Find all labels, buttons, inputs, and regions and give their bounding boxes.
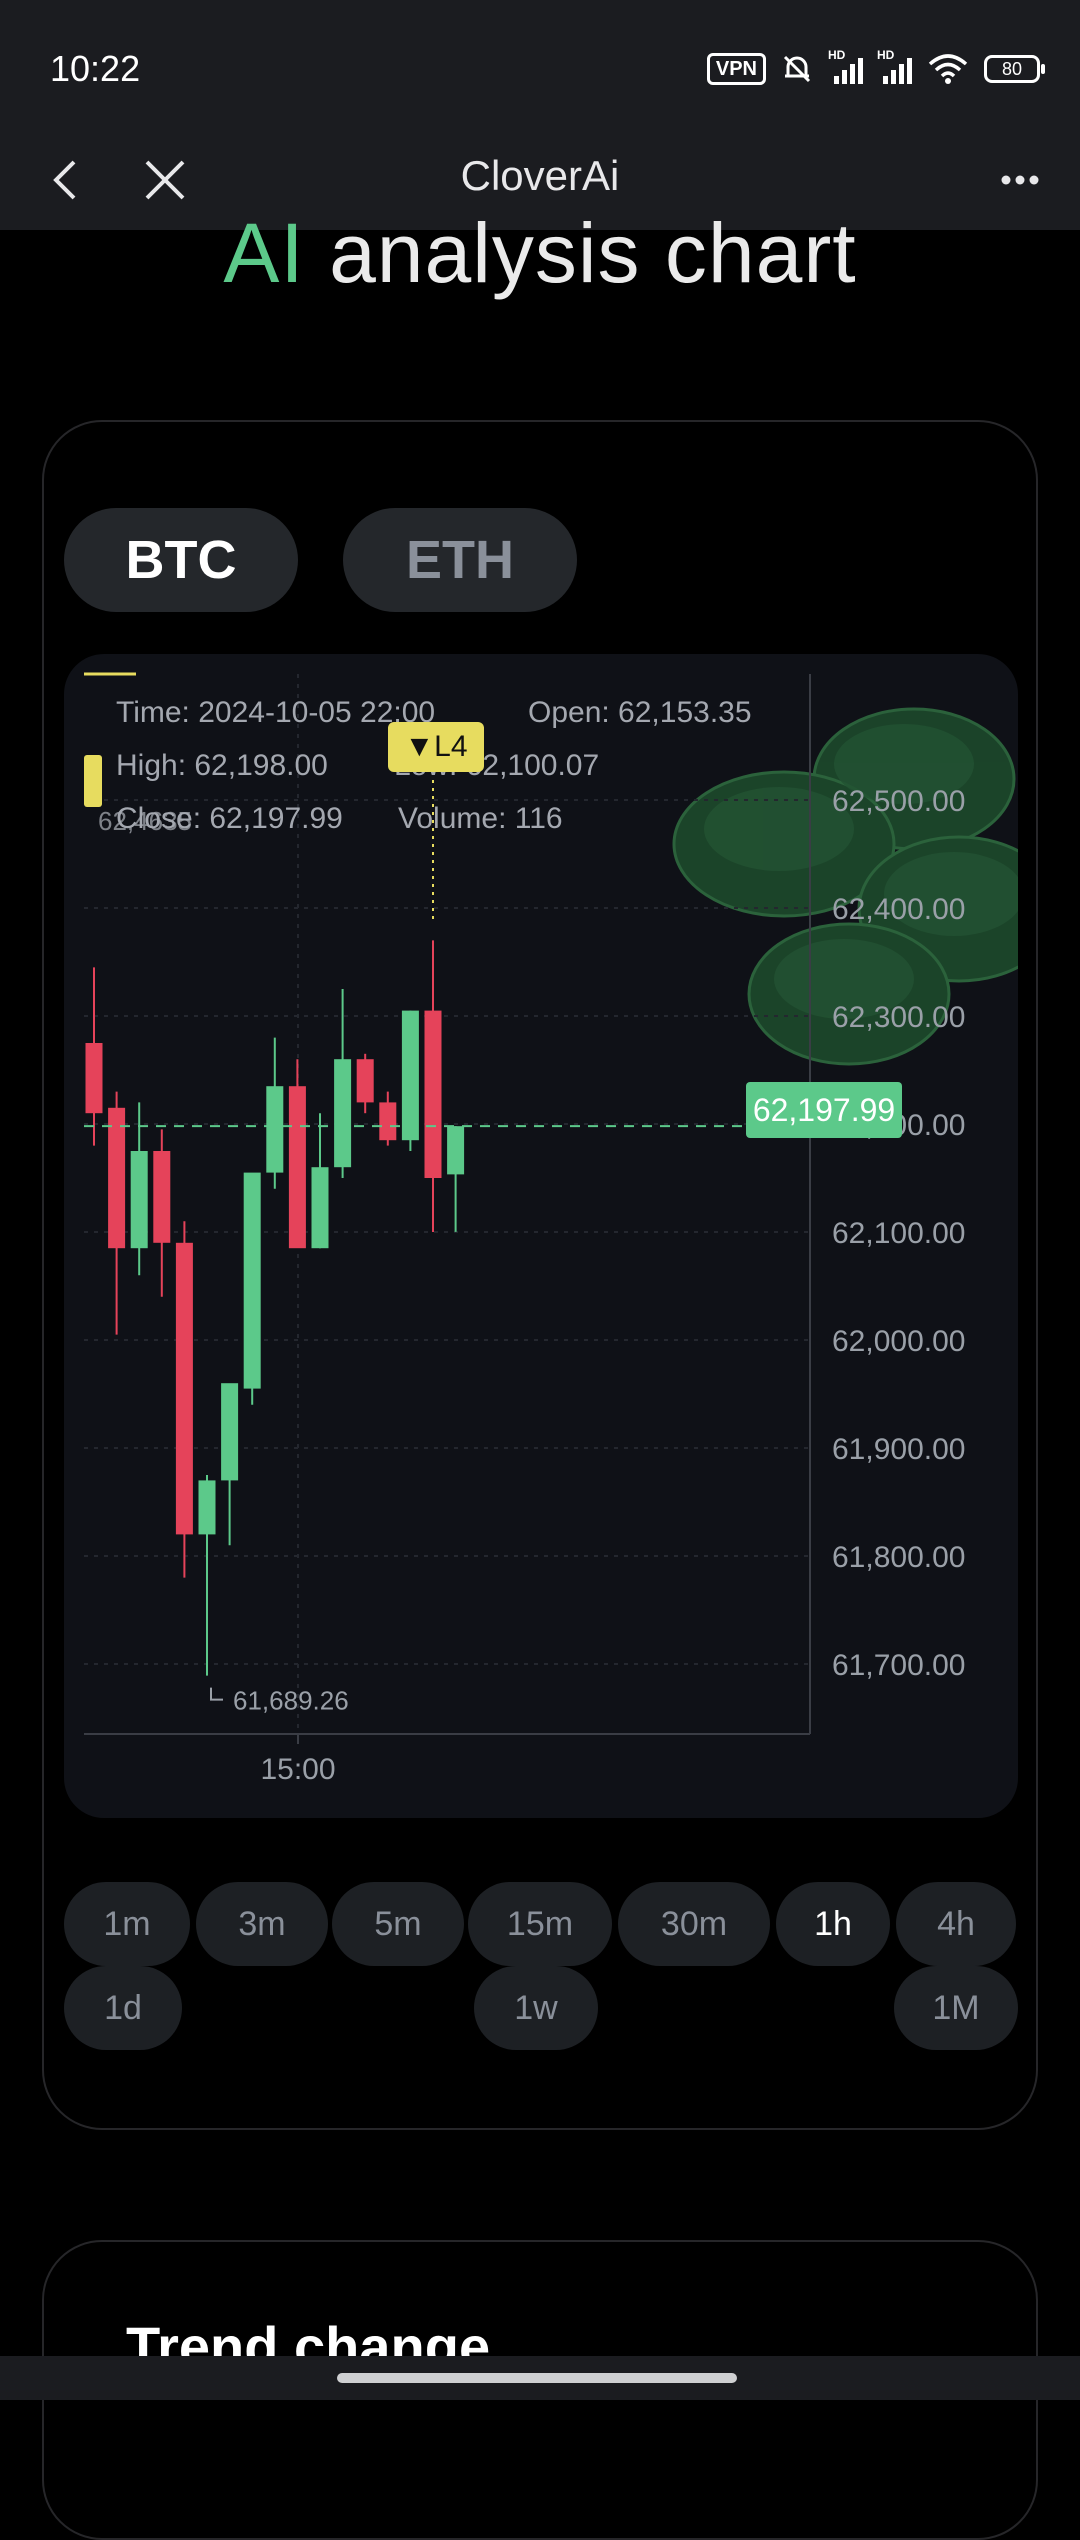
y-tick-label: 62,300.00 (832, 1001, 965, 1034)
timeframe-1M[interactable]: 1M (894, 1966, 1018, 2050)
candle-body (198, 1480, 216, 1535)
timeframe-15m[interactable]: 15m (468, 1882, 612, 1966)
timeframe-1m[interactable]: 1m (64, 1882, 190, 1966)
bell-muted-icon (783, 55, 811, 83)
candle-body (130, 1151, 148, 1249)
y-tick-label: 61,800.00 (832, 1541, 965, 1574)
timeframe-5m[interactable]: 5m (332, 1882, 464, 1966)
status-bar: 10:22 VPN HD HD 80 (0, 0, 1080, 130)
timeframe-3m[interactable]: 3m (196, 1882, 328, 1966)
heading-ai: AI (223, 206, 305, 300)
coin-tab-eth[interactable]: ETH (343, 508, 577, 612)
left-marker-tag (84, 755, 102, 807)
x-tick-label: 15:00 (260, 1753, 335, 1786)
status-icons: VPN HD HD 80 (706, 48, 1045, 90)
candle-body (379, 1102, 397, 1141)
info-volume: Volume: 116 (398, 802, 563, 835)
last-price-tag: 62,197.99 (746, 1082, 902, 1138)
candle-body (153, 1151, 171, 1243)
candle-body (288, 1086, 306, 1249)
info-high: High: 62,198.00 (116, 749, 328, 782)
y-tick-label: 62,400.00 (832, 893, 965, 926)
candle-body (424, 1010, 442, 1178)
candle-body (243, 1172, 261, 1389)
candle-body (311, 1167, 329, 1249)
battery-icon: 80 (984, 55, 1045, 83)
candle-body (447, 1126, 465, 1175)
status-time: 10:22 (50, 48, 141, 89)
info-open: Open: 62,153.35 (528, 696, 752, 729)
vpn-badge: VPN (706, 53, 766, 85)
timeframe-1d[interactable]: 1d (64, 1966, 182, 2050)
y-tick-label: 61,700.00 (832, 1649, 965, 1682)
chart-panel[interactable]: 62,500.0062,400.0062,300.0062,200.0062,1… (64, 654, 1018, 1818)
y-tick-label: 62,000.00 (832, 1325, 965, 1358)
candle-body (108, 1107, 126, 1249)
candle-body (401, 1010, 419, 1141)
coin-tab-btc[interactable]: BTC (64, 508, 298, 612)
info-time: Time: 2024-10-05 22:00 (116, 696, 436, 729)
home-indicator[interactable] (337, 2373, 737, 2383)
timeframe-4h[interactable]: 4h (896, 1882, 1016, 1966)
page-title: CloverAi (460, 152, 620, 199)
section-heading: AI analysis chart (0, 205, 1080, 302)
min-price-pointer (210, 1687, 223, 1701)
wifi-icon (928, 54, 968, 84)
candle-body (266, 1086, 284, 1173)
candle-body (85, 1043, 103, 1114)
candle-body (221, 1383, 239, 1481)
info-overlap-value: 62,4635 (98, 806, 192, 836)
timeframe-1w[interactable]: 1w (474, 1966, 598, 2050)
candle-body (356, 1059, 374, 1103)
candle-body (175, 1242, 193, 1535)
marker-tag[interactable]: ▼L4 (388, 722, 484, 772)
more-horizontal-icon[interactable] (990, 148, 1050, 212)
timeframe-30m[interactable]: 30m (618, 1882, 770, 1966)
signal-icon: HD (828, 48, 863, 84)
y-tick-label: 61,900.00 (832, 1433, 965, 1466)
heading-rest: analysis chart (304, 206, 857, 300)
candle-body (334, 1059, 352, 1168)
min-price-label: 61,689.26 (233, 1686, 349, 1716)
signal-icon: HD (877, 48, 912, 84)
y-tick-label: 62,500.00 (832, 785, 965, 818)
timeframe-1h[interactable]: 1h (776, 1882, 890, 1966)
y-tick-label: 62,100.00 (832, 1217, 965, 1250)
